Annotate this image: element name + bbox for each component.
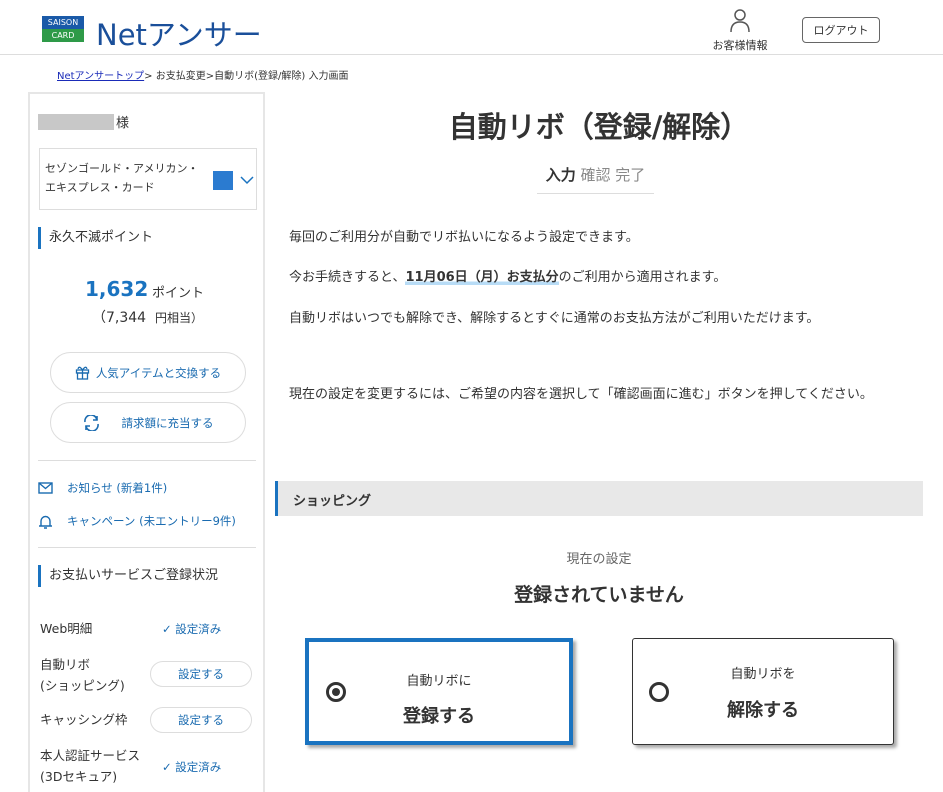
apply-to-bill-label: 請求額に充当する (121, 415, 214, 430)
masked-user-name (38, 114, 114, 130)
divider (38, 460, 256, 461)
notice-link-label: お知らせ (新着1件) (67, 481, 168, 495)
page-title: 自動リボ（登録/解除） (448, 110, 750, 144)
service-label-3d-secure: 本人認証サービス (3Dセキュア) (40, 748, 141, 784)
mail-icon (38, 482, 53, 494)
logo-badge-bottom: CARD (42, 29, 84, 42)
campaign-link[interactable]: キャンペーン (未エントリー9件) (38, 513, 236, 529)
yen-unit: 円相当） (155, 311, 204, 325)
step-indicator: 入力 確認 完了 (537, 164, 654, 194)
breadcrumb: Netアンサートップ> お支払変更>自動リボ(登録/解除) 入力画面 (57, 67, 348, 82)
text: 今お手続きすると、 (289, 270, 406, 285)
service-status-3d-secure: ✓ 設定済み (162, 760, 222, 774)
step-complete: 完了 (615, 166, 646, 184)
amex-card-icon (213, 171, 233, 190)
status-text: 設定済み (175, 622, 222, 636)
option-cancel[interactable]: 自動リボを 解除する (632, 638, 894, 745)
current-setting-value: 登録されていません (514, 584, 684, 606)
payment-date-highlight: 11月06日（月）お支払分 (405, 270, 559, 285)
exchange-items-button[interactable]: 人気アイテムと交換する (50, 352, 246, 393)
card-select[interactable]: セゾンゴールド・アメリカン・エキスプレス・カード (39, 148, 257, 210)
description-2: 今お手続きすると、11月06日（月）お支払分のご利用から適用されます。 (289, 268, 909, 288)
option-cancel-big: 解除する (727, 700, 799, 721)
card-name: セゾンゴールド・アメリカン・エキスプレス・カード (45, 162, 199, 194)
status-text: 設定済み (175, 760, 222, 774)
auto-revolving-setup-button[interactable]: 設定する (150, 661, 252, 687)
sidebar: 様 セゾンゴールド・アメリカン・エキスプレス・カード 永久不滅ポイント 1,63… (28, 92, 265, 792)
user-icon (730, 9, 750, 33)
apply-to-bill-button[interactable]: 請求額に充当する (50, 402, 246, 443)
current-setting-label: 現在の設定 (566, 552, 632, 567)
campaign-link-label: キャンペーン (未エントリー9件) (67, 514, 236, 528)
refresh-icon (83, 414, 99, 431)
customer-info-button[interactable]: お客様情報 (705, 8, 775, 53)
description-3: 自動リボはいつでも解除でき、解除するとすぐに通常のお支払方法がご利用いただけます… (289, 311, 820, 326)
breadcrumb-rest: > お支払変更>自動リボ(登録/解除) 入力画面 (144, 71, 349, 82)
cashing-limit-setup-button[interactable]: 設定する (150, 707, 252, 733)
header: SAISON CARD Netアンサー お客様情報 ログアウト (0, 0, 943, 55)
honorific: 様 (116, 116, 130, 131)
points-unit: ポイント (152, 286, 205, 301)
gift-icon (75, 366, 89, 380)
section-shopping-header: ショッピング (275, 481, 923, 516)
service-label-web-statement: Web明細 (40, 621, 93, 636)
option-register[interactable]: 自動リボに 登録する (305, 638, 573, 745)
option-cancel-small: 自動リボを (730, 667, 796, 682)
service-label-cashing-limit: キャッシング枠 (40, 712, 128, 727)
option-register-big: 登録する (403, 706, 475, 727)
description-4: 現在の設定を変更するには、ご希望の内容を選択して「確認画面に進む」ボタンを押して… (289, 387, 873, 402)
step-confirm: 確認 (580, 166, 611, 184)
customer-info-label: お客様情報 (712, 39, 768, 52)
description-1: 毎回のご利用分が自動でリボ払いになるよう設定できます。 (289, 230, 639, 245)
netanswer-logo-text[interactable]: Netアンサー (96, 12, 262, 54)
saison-card-logo[interactable]: SAISON CARD (42, 16, 84, 42)
notice-link[interactable]: お知らせ (新着1件) (38, 480, 167, 496)
points-value: 1,632 (85, 277, 149, 301)
service-status-web-statement: ✓ 設定済み (162, 622, 222, 636)
services-title: お支払いサービスご登録状況 (38, 565, 218, 587)
option-register-small: 自動リボに (406, 674, 472, 689)
chevron-down-icon (240, 176, 254, 185)
text: のご利用から適用されます。 (558, 270, 727, 285)
exchange-items-label: 人気アイテムと交換する (95, 365, 222, 380)
logo-badge-top: SAISON (42, 16, 84, 29)
divider (38, 547, 256, 548)
yen-value: （7,344 (92, 310, 147, 326)
points-title: 永久不滅ポイント (38, 227, 153, 249)
bell-icon (39, 515, 52, 529)
logout-button[interactable]: ログアウト (802, 17, 880, 43)
step-input: 入力 (545, 166, 576, 184)
service-label-auto-revolving: 自動リボ (ショッピング) (40, 657, 125, 693)
breadcrumb-home-link[interactable]: Netアンサートップ (57, 71, 144, 82)
